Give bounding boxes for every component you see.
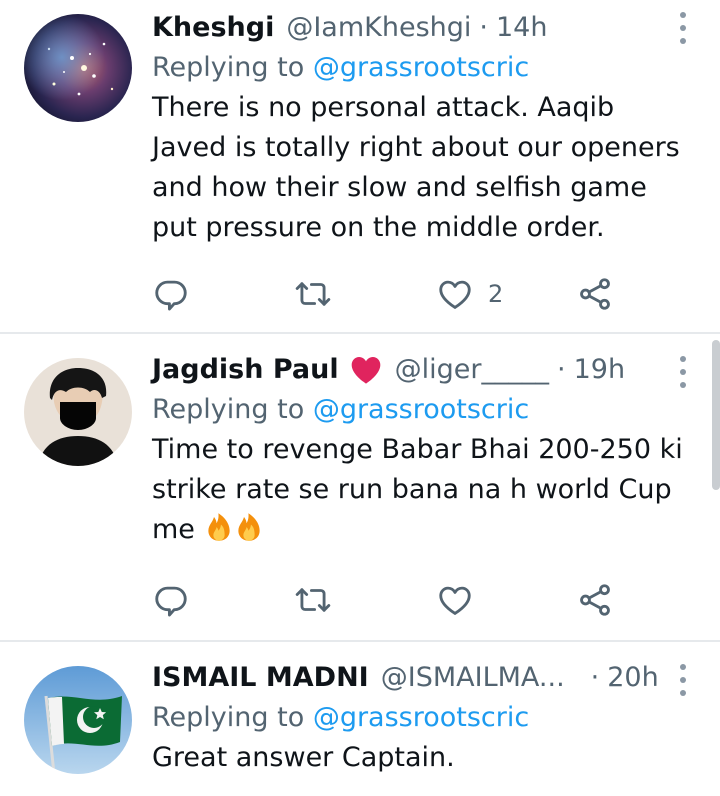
tweet-text: Great answer Captain. — [152, 742, 455, 773]
mention-link[interactable]: @grassrootscric — [313, 702, 529, 733]
share-button[interactable] — [576, 580, 614, 620]
like-count: 2 — [488, 280, 504, 308]
tweet[interactable]: Jagdish Paul @liger_____ · 19h Replying … — [0, 334, 720, 641]
fire-emoji — [207, 513, 230, 541]
retweet-icon — [295, 282, 331, 306]
replying-to: Replying to @grassrootscric — [152, 390, 690, 430]
mention-link[interactable]: @grassrootscric — [313, 52, 529, 83]
timestamp[interactable]: 14h — [496, 8, 547, 48]
more-options-icon[interactable] — [678, 12, 688, 44]
tweet-body: Jagdish Paul @liger_____ · 19h Replying … — [152, 350, 690, 550]
tweet-actions: 2 — [152, 274, 632, 314]
replying-to: Replying to @grassrootscric — [152, 698, 690, 738]
tweet-header: ISMAIL MADNI @ISMAILMA... · 20h — [152, 658, 690, 698]
reply-icon — [155, 586, 187, 617]
display-name[interactable]: ISMAIL MADNI — [152, 658, 369, 698]
display-name[interactable]: Jagdish Paul — [152, 350, 339, 390]
retweet-icon — [295, 588, 331, 612]
tweet-body: Kheshgi @IamKheshgi · 14h Replying to @g… — [152, 8, 690, 248]
space-nebula-avatar-image — [24, 14, 132, 122]
tweet-body: ISMAIL MADNI @ISMAILMA... · 20h Replying… — [152, 658, 690, 778]
fire-emoji — [237, 513, 260, 541]
tweet-text-wrapper: Time to revenge Babar Bhai 200-250 ki st… — [152, 430, 690, 550]
share-button[interactable] — [576, 274, 614, 314]
avatar[interactable] — [24, 666, 132, 774]
user-handle[interactable]: @liger_____ — [395, 350, 549, 390]
display-name[interactable]: Kheshgi — [152, 8, 274, 48]
reply-button[interactable] — [152, 274, 190, 314]
replying-prefix: Replying to — [152, 52, 305, 83]
like-button[interactable] — [436, 580, 474, 620]
tweet-actions — [152, 580, 632, 620]
replying-prefix: Replying to — [152, 702, 305, 733]
retweet-button[interactable] — [294, 274, 332, 314]
separator: · — [590, 662, 600, 693]
share-icon — [580, 584, 610, 616]
replying-to: Replying to @grassrootscric — [152, 48, 690, 88]
avatar[interactable] — [24, 358, 132, 466]
scrollbar[interactable] — [712, 340, 720, 490]
heart-outline-icon — [439, 586, 471, 615]
timestamp[interactable]: 19h — [574, 350, 625, 390]
more-options-icon[interactable] — [678, 356, 688, 388]
separator: · — [479, 12, 488, 43]
reply-icon — [155, 280, 187, 311]
user-handle[interactable]: @ISMAILMA... — [381, 658, 565, 698]
tweet[interactable]: ISMAIL MADNI @ISMAILMA... · 20h Replying… — [0, 642, 720, 796]
like-button[interactable]: 2 — [436, 274, 503, 314]
share-icon — [580, 278, 610, 310]
more-options-icon[interactable] — [678, 664, 688, 696]
tweet-header: Kheshgi @IamKheshgi · 14h — [152, 8, 690, 48]
replying-prefix: Replying to — [152, 394, 305, 425]
user-handle[interactable]: @IamKheshgi — [286, 8, 471, 48]
retweet-button[interactable] — [294, 580, 332, 620]
tweet-text: There is no personal attack. Aaqib Javed… — [152, 92, 680, 243]
pakistan-flag-avatar-image — [24, 666, 132, 774]
tweet-header: Jagdish Paul @liger_____ · 19h — [152, 350, 690, 390]
timestamp[interactable]: 20h — [607, 658, 658, 698]
masked-person-avatar-image — [24, 358, 132, 466]
tweet[interactable]: Kheshgi @IamKheshgi · 14h Replying to @g… — [0, 0, 720, 333]
reply-button[interactable] — [152, 580, 190, 620]
separator: · — [557, 354, 566, 385]
avatar[interactable] — [24, 14, 132, 122]
heart-outline-icon — [439, 280, 471, 309]
mention-link[interactable]: @grassrootscric — [313, 394, 529, 425]
red-heart-emoji — [351, 357, 380, 384]
